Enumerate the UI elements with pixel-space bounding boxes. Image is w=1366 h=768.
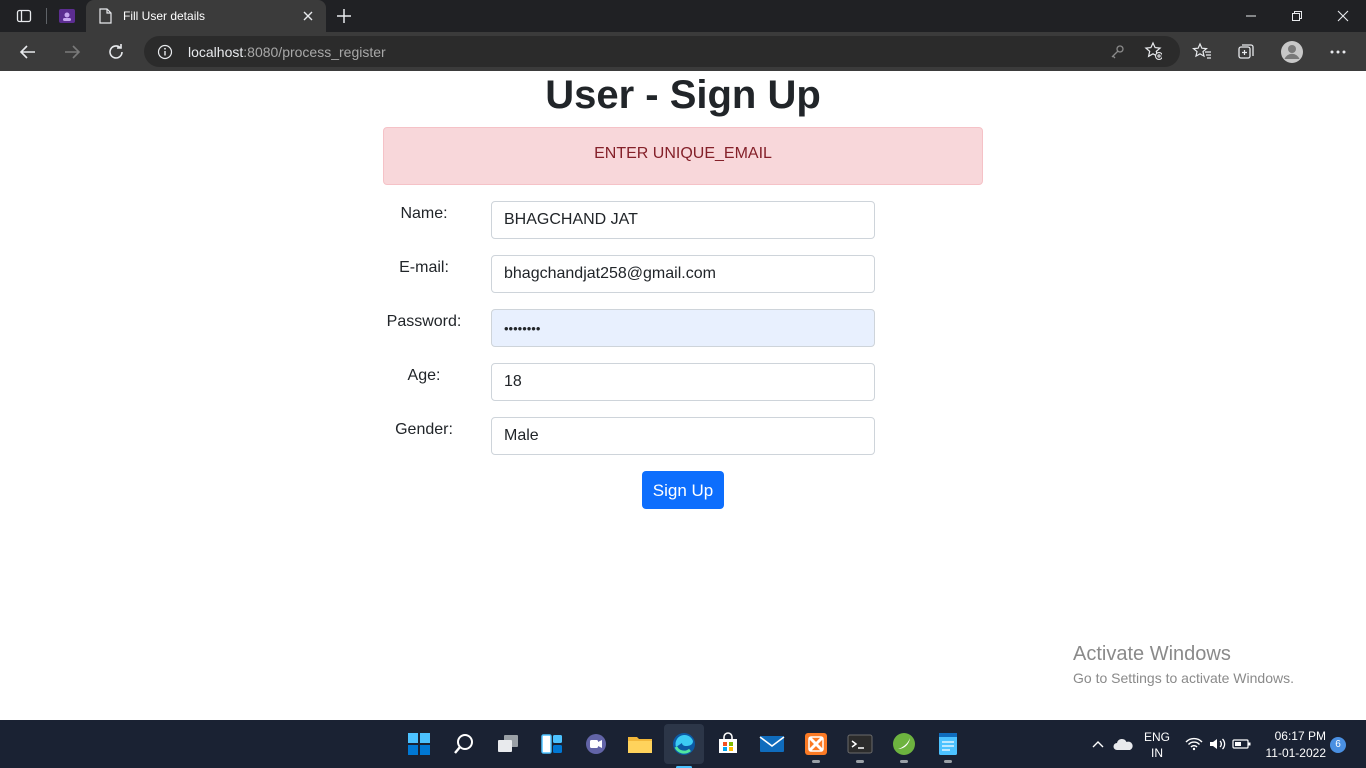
onedrive-icon[interactable] <box>1110 730 1136 758</box>
language-code: ENG <box>1144 730 1171 744</box>
taskbar: ENG IN 06:17 PM 11-01-2022 <box>0 720 1366 768</box>
running-indicator <box>856 760 864 763</box>
forward-icon[interactable] <box>60 40 84 64</box>
age-label: Age: <box>407 367 441 384</box>
close-window-icon[interactable] <box>1320 0 1366 32</box>
task-view-icon[interactable] <box>494 730 522 758</box>
widgets-icon[interactable] <box>538 730 566 758</box>
page-content: User - Sign Up ENTER UNIQUE_EMAIL Name: … <box>0 71 1366 720</box>
chevron-up-icon[interactable] <box>1086 730 1110 758</box>
key-icon[interactable] <box>1108 43 1126 61</box>
gender-label: Gender: <box>395 421 453 438</box>
spring-tool-suite-icon[interactable] <box>890 730 918 763</box>
region-code: IN <box>1151 746 1163 760</box>
name-label: Name: <box>400 205 448 222</box>
tab-separator <box>46 8 47 24</box>
browser-toolbar: localhost:8080/process_register <box>0 32 1366 71</box>
refresh-icon[interactable] <box>104 40 128 64</box>
address-text[interactable]: localhost:8080/process_register <box>188 44 386 60</box>
clock[interactable]: 06:17 PM 11-01-2022 <box>1262 729 1327 760</box>
address-path: :8080/process_register <box>243 44 386 60</box>
edge-browser-icon[interactable] <box>664 724 704 768</box>
clock-date: 11-01-2022 <box>1265 746 1327 760</box>
address-host: localhost <box>188 44 244 60</box>
name-field[interactable]: BHAGCHAND JAT <box>491 201 875 239</box>
site-info-icon[interactable] <box>156 43 174 61</box>
clock-time: 06:17 PM <box>1274 729 1326 743</box>
notification-badge[interactable]: 6 <box>1330 737 1346 753</box>
tab-fill-user-details[interactable]: Fill User details <box>86 0 326 32</box>
add-favorite-icon[interactable] <box>1144 41 1162 60</box>
file-explorer-icon[interactable] <box>626 730 654 758</box>
search-icon[interactable] <box>450 730 478 758</box>
browser-tab-bar: Fill User details <box>0 0 1366 32</box>
xampp-icon[interactable] <box>802 730 830 763</box>
terminal-icon[interactable] <box>846 730 874 763</box>
sign-up-button[interactable]: Sign Up <box>642 471 724 509</box>
email-label: E-mail: <box>399 259 449 276</box>
profile-tab-icon[interactable] <box>58 7 76 25</box>
close-tab-icon[interactable] <box>300 8 316 24</box>
running-indicator <box>812 760 820 763</box>
mail-icon[interactable] <box>758 730 786 758</box>
more-options-icon[interactable] <box>1326 40 1350 64</box>
minimize-icon[interactable] <box>1228 0 1274 32</box>
running-indicator <box>944 760 952 763</box>
watermark-subtitle: Go to Settings to activate Windows. <box>1073 670 1294 686</box>
new-tab-icon[interactable] <box>334 6 354 26</box>
tab-actions-icon[interactable] <box>15 7 33 25</box>
password-field[interactable]: •••••••• <box>491 309 875 347</box>
error-alert: ENTER UNIQUE_EMAIL <box>383 127 983 185</box>
notepad-icon[interactable] <box>934 730 962 763</box>
watermark-title: Activate Windows <box>1073 643 1231 665</box>
start-icon[interactable] <box>405 730 433 758</box>
language-indicator[interactable]: ENG IN <box>1144 730 1170 760</box>
profile-avatar-icon[interactable] <box>1280 40 1304 64</box>
page-icon <box>96 7 114 25</box>
collections-icon[interactable] <box>1234 40 1258 64</box>
favorites-icon[interactable] <box>1190 40 1214 64</box>
restore-icon[interactable] <box>1274 0 1320 32</box>
password-label: Password: <box>386 313 462 330</box>
gender-field[interactable]: Male <box>491 417 875 455</box>
microsoft-store-icon[interactable] <box>714 730 742 758</box>
email-field[interactable]: bhagchandjat258@gmail.com <box>491 255 875 293</box>
volume-icon[interactable] <box>1206 730 1230 758</box>
battery-icon[interactable] <box>1230 730 1254 758</box>
activate-windows-watermark: Activate Windows Go to Settings to activ… <box>1073 643 1294 686</box>
page-title: User - Sign Up <box>545 73 821 117</box>
tab-title: Fill User details <box>123 9 206 23</box>
running-indicator <box>900 760 908 763</box>
teams-chat-icon[interactable] <box>582 730 610 758</box>
wifi-icon[interactable] <box>1182 730 1206 758</box>
address-bar[interactable]: localhost:8080/process_register <box>144 36 1180 67</box>
back-icon[interactable] <box>16 40 40 64</box>
age-field[interactable]: 18 <box>491 363 875 401</box>
